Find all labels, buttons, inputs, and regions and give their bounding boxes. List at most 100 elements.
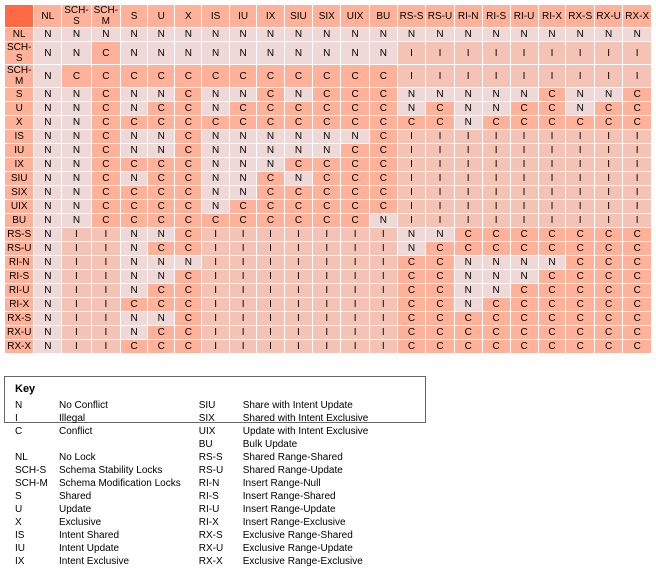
matrix-cell: C xyxy=(369,65,397,88)
matrix-cell: C xyxy=(454,228,482,242)
matrix-cell: C xyxy=(623,312,652,326)
matrix-cell: C xyxy=(313,158,341,172)
matrix-cell: I xyxy=(91,256,120,270)
matrix-cell: C xyxy=(594,326,622,340)
matrix-cell: N xyxy=(175,28,202,42)
matrix-cell: I xyxy=(257,256,284,270)
matrix-cell: I xyxy=(284,326,312,340)
matrix-cell: I xyxy=(91,270,120,284)
matrix-cell: C xyxy=(623,340,652,354)
matrix-cell: N xyxy=(510,270,538,284)
matrix-cell: I xyxy=(341,270,369,284)
matrix-cell: N xyxy=(482,28,510,42)
matrix-cell: N xyxy=(454,116,482,130)
matrix-cell: C xyxy=(284,186,312,200)
matrix-cell: C xyxy=(175,326,202,340)
matrix-cell: N xyxy=(454,270,482,284)
matrix-cell: I xyxy=(62,340,91,354)
matrix-cell: C xyxy=(121,214,148,228)
matrix-cell: N xyxy=(454,88,482,102)
matrix-cell: N xyxy=(62,42,91,65)
matrix-cell: N xyxy=(202,144,229,158)
key-code: RS-S xyxy=(199,451,237,464)
matrix-cell: C xyxy=(623,102,652,116)
matrix-cell: I xyxy=(202,242,229,256)
matrix-cell: N xyxy=(121,130,148,144)
matrix-cell: N xyxy=(175,42,202,65)
matrix-cell: I xyxy=(538,158,566,172)
matrix-cell: N xyxy=(566,102,594,116)
matrix-cell: C xyxy=(538,340,566,354)
matrix-cell: I xyxy=(313,298,341,312)
matrix-cell: C xyxy=(148,214,175,228)
matrix-cell: N xyxy=(284,130,312,144)
matrix-cell: N xyxy=(257,130,284,144)
matrix-cell: N xyxy=(454,298,482,312)
matrix-cell: C xyxy=(482,116,510,130)
matrix-cell: I xyxy=(510,186,538,200)
matrix-cell: N xyxy=(121,256,148,270)
matrix-cell: C xyxy=(566,326,594,340)
key-desc: Schema Modification Locks xyxy=(59,477,181,490)
matrix-cell: N xyxy=(34,312,62,326)
matrix-cell: I xyxy=(369,242,397,256)
matrix-cell: C xyxy=(426,284,454,298)
matrix-cell: C xyxy=(341,88,369,102)
row-header: IS xyxy=(5,130,34,144)
matrix-cell: C xyxy=(482,340,510,354)
matrix-cell: I xyxy=(510,200,538,214)
matrix-cell: N xyxy=(34,284,62,298)
key-desc: No Conflict xyxy=(59,399,181,412)
matrix-cell: C xyxy=(426,116,454,130)
matrix-cell: I xyxy=(510,42,538,65)
matrix-cell: I xyxy=(397,130,425,144)
matrix-cell: C xyxy=(62,65,91,88)
matrix-cell: C xyxy=(482,326,510,340)
matrix-cell: C xyxy=(623,256,652,270)
matrix-cell: C xyxy=(175,228,202,242)
key-desc: Update xyxy=(59,503,181,516)
matrix-cell: C xyxy=(369,186,397,200)
matrix-cell: I xyxy=(426,130,454,144)
matrix-cell: N xyxy=(121,312,148,326)
key-code: IS xyxy=(15,529,53,542)
col-header: NL xyxy=(34,5,62,28)
row-header: RI-X xyxy=(5,298,34,312)
matrix-cell: I xyxy=(566,214,594,228)
matrix-cell: N xyxy=(148,28,175,42)
key-desc: Shared xyxy=(59,490,181,503)
matrix-cell: I xyxy=(538,186,566,200)
matrix-cell: N xyxy=(482,88,510,102)
matrix-cell: I xyxy=(284,340,312,354)
matrix-cell: C xyxy=(202,116,229,130)
matrix-cell: C xyxy=(510,298,538,312)
matrix-cell: I xyxy=(229,284,257,298)
matrix-cell: N xyxy=(121,102,148,116)
matrix-cell: I xyxy=(566,200,594,214)
matrix-cell: I xyxy=(426,144,454,158)
matrix-cell: I xyxy=(257,284,284,298)
matrix-cell: N xyxy=(148,270,175,284)
matrix-cell: C xyxy=(175,298,202,312)
matrix-cell: N xyxy=(34,42,62,65)
matrix-cell: N xyxy=(510,88,538,102)
matrix-cell: I xyxy=(229,270,257,284)
matrix-cell: C xyxy=(397,270,425,284)
matrix-cell: I xyxy=(257,326,284,340)
col-header: SCH-S xyxy=(62,5,91,28)
matrix-cell: I xyxy=(397,186,425,200)
matrix-cell: C xyxy=(175,172,202,186)
matrix-cell: I xyxy=(566,65,594,88)
matrix-cell: I xyxy=(538,65,566,88)
matrix-cell: N xyxy=(426,28,454,42)
key-desc: Insert Range-Null xyxy=(243,477,369,490)
col-header: RI-X xyxy=(538,5,566,28)
key-code: IU xyxy=(15,542,53,555)
matrix-cell: C xyxy=(594,298,622,312)
matrix-cell: C xyxy=(538,326,566,340)
matrix-cell: C xyxy=(538,270,566,284)
matrix-cell: I xyxy=(482,130,510,144)
key-code: RS-U xyxy=(199,464,237,477)
key-desc: Exclusive Range-Exclusive xyxy=(243,555,369,568)
matrix-cell: N xyxy=(34,172,62,186)
